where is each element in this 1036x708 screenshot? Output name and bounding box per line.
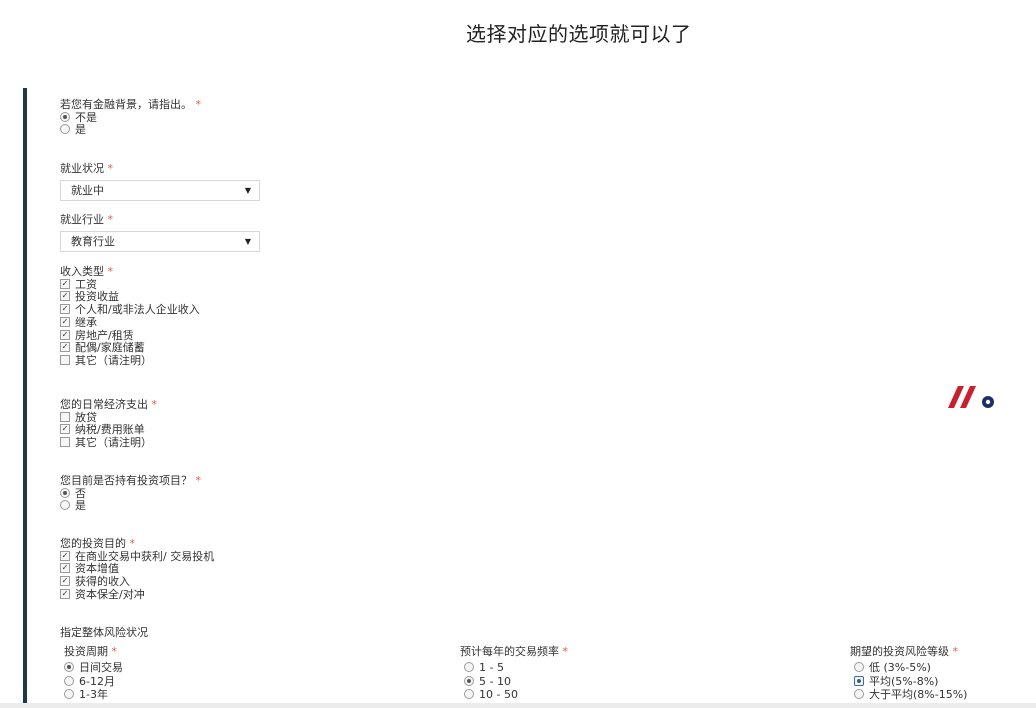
- radio-icon[interactable]: [64, 662, 74, 673]
- radio-option[interactable]: 日间交易: [60, 661, 123, 674]
- checkbox-icon[interactable]: [60, 411, 70, 422]
- radio-icon[interactable]: [464, 662, 474, 673]
- checkbox-icon[interactable]: [60, 329, 70, 340]
- caret-down-icon: ▼: [244, 236, 251, 246]
- employment-status-group: 就业状况 * 就业中 ▼: [60, 162, 260, 201]
- required-marker: *: [129, 537, 136, 550]
- radio-option[interactable]: 1-3年: [60, 688, 123, 701]
- radio-option[interactable]: 平均(5%-8%): [850, 675, 967, 688]
- checkbox-icon[interactable]: [60, 424, 70, 435]
- accent-bar: [23, 88, 27, 708]
- checkbox-icon[interactable]: [60, 576, 70, 587]
- holding-investments-group: 您目前是否持有投资项目？ * 否 是: [60, 474, 202, 513]
- daily-expenses-group: 您的日常经济支出 * 放贷 纳税/费用账单 其它（请注明）: [60, 398, 158, 450]
- risk-level-label: 期望的投资风险等级 *: [850, 645, 959, 658]
- radio-option[interactable]: 低 (3%-5%): [850, 661, 967, 674]
- radio-icon[interactable]: [464, 675, 474, 686]
- radio-icon[interactable]: [854, 689, 864, 700]
- employment-status-select[interactable]: 就业中 ▼: [60, 179, 260, 201]
- radio-option[interactable]: 1 - 5: [460, 661, 568, 674]
- radio-icon[interactable]: [854, 675, 864, 686]
- radio-option[interactable]: 大于平均(8%-15%): [850, 688, 967, 701]
- radio-option[interactable]: 是: [60, 124, 201, 137]
- radio-icon[interactable]: [60, 111, 70, 122]
- financial-background-group: 若您有金融背景，请指出。 * 不是 是: [60, 98, 202, 137]
- required-marker: *: [195, 474, 202, 487]
- brand-logo-icon: [948, 386, 994, 408]
- radio-icon[interactable]: [464, 689, 474, 700]
- employment-industry-group: 就业行业 * 教育行业 ▼: [60, 213, 260, 252]
- radio-option[interactable]: 5 - 10: [460, 675, 568, 688]
- checkbox-option[interactable]: 其它（请注明）: [60, 436, 157, 450]
- employment-industry-label: 就业行业 *: [60, 213, 114, 226]
- checkbox-option[interactable]: 资本保全/对冲: [60, 588, 214, 602]
- employment-status-label: 就业状况 *: [60, 162, 114, 175]
- radio-icon[interactable]: [60, 487, 70, 498]
- required-marker: *: [107, 213, 114, 226]
- risk-level-group: 期望的投资风险等级 * 低 (3%-5%) 平均(5%-8%) 大于平均(8%-…: [850, 645, 967, 702]
- checkbox-icon[interactable]: [60, 354, 70, 365]
- caret-down-icon: ▼: [244, 185, 251, 195]
- trade-frequency-group: 预计每年的交易频率 * 1 - 5 5 - 10 10 - 50: [460, 645, 568, 702]
- investment-period-group: 投资周期 * 日间交易 6-12月 1-3年: [60, 645, 123, 702]
- page-title: 选择对应的选项就可以了: [466, 22, 692, 46]
- employment-industry-select[interactable]: 教育行业 ▼: [60, 230, 260, 252]
- checkbox-option[interactable]: 其它（请注明）: [60, 354, 200, 368]
- required-marker: *: [107, 265, 114, 278]
- checkbox-icon[interactable]: [60, 588, 70, 599]
- checkbox-icon[interactable]: [60, 291, 70, 302]
- checkbox-icon[interactable]: [60, 278, 70, 289]
- radio-icon[interactable]: [854, 662, 864, 673]
- checkbox-icon[interactable]: [60, 563, 70, 574]
- checkbox-icon[interactable]: [60, 437, 70, 448]
- required-marker: *: [107, 162, 114, 175]
- investment-purpose-group: 您的投资目的 * 在商业交易中获利/ 交易投机 资本增值 获得的收入 资本保全/…: [60, 537, 214, 602]
- checkbox-icon[interactable]: [60, 550, 70, 561]
- required-marker: *: [151, 398, 158, 411]
- required-marker: *: [195, 98, 202, 111]
- checkbox-icon[interactable]: [60, 316, 70, 327]
- required-marker: *: [562, 645, 569, 658]
- bottom-strip: [0, 703, 1036, 708]
- radio-option[interactable]: 6-12月: [60, 675, 123, 688]
- required-marker: *: [111, 645, 118, 658]
- radio-option[interactable]: 是: [60, 500, 201, 513]
- radio-option[interactable]: 10 - 50: [460, 688, 568, 701]
- income-type-group: 收入类型 * 工资 投资收益 个人和/或非法人企业收入 继承 房地产/租赁 配偶…: [60, 265, 200, 368]
- investment-period-label: 投资周期 *: [64, 645, 118, 658]
- risk-section-label: 指定整体风险状况: [60, 626, 148, 639]
- checkbox-icon[interactable]: [60, 342, 70, 353]
- radio-icon[interactable]: [60, 124, 70, 135]
- radio-icon[interactable]: [64, 689, 74, 700]
- trade-frequency-label: 预计每年的交易频率 *: [460, 645, 568, 658]
- checkbox-icon[interactable]: [60, 304, 70, 315]
- radio-icon[interactable]: [64, 675, 74, 686]
- radio-icon[interactable]: [60, 500, 70, 511]
- required-marker: *: [952, 645, 959, 658]
